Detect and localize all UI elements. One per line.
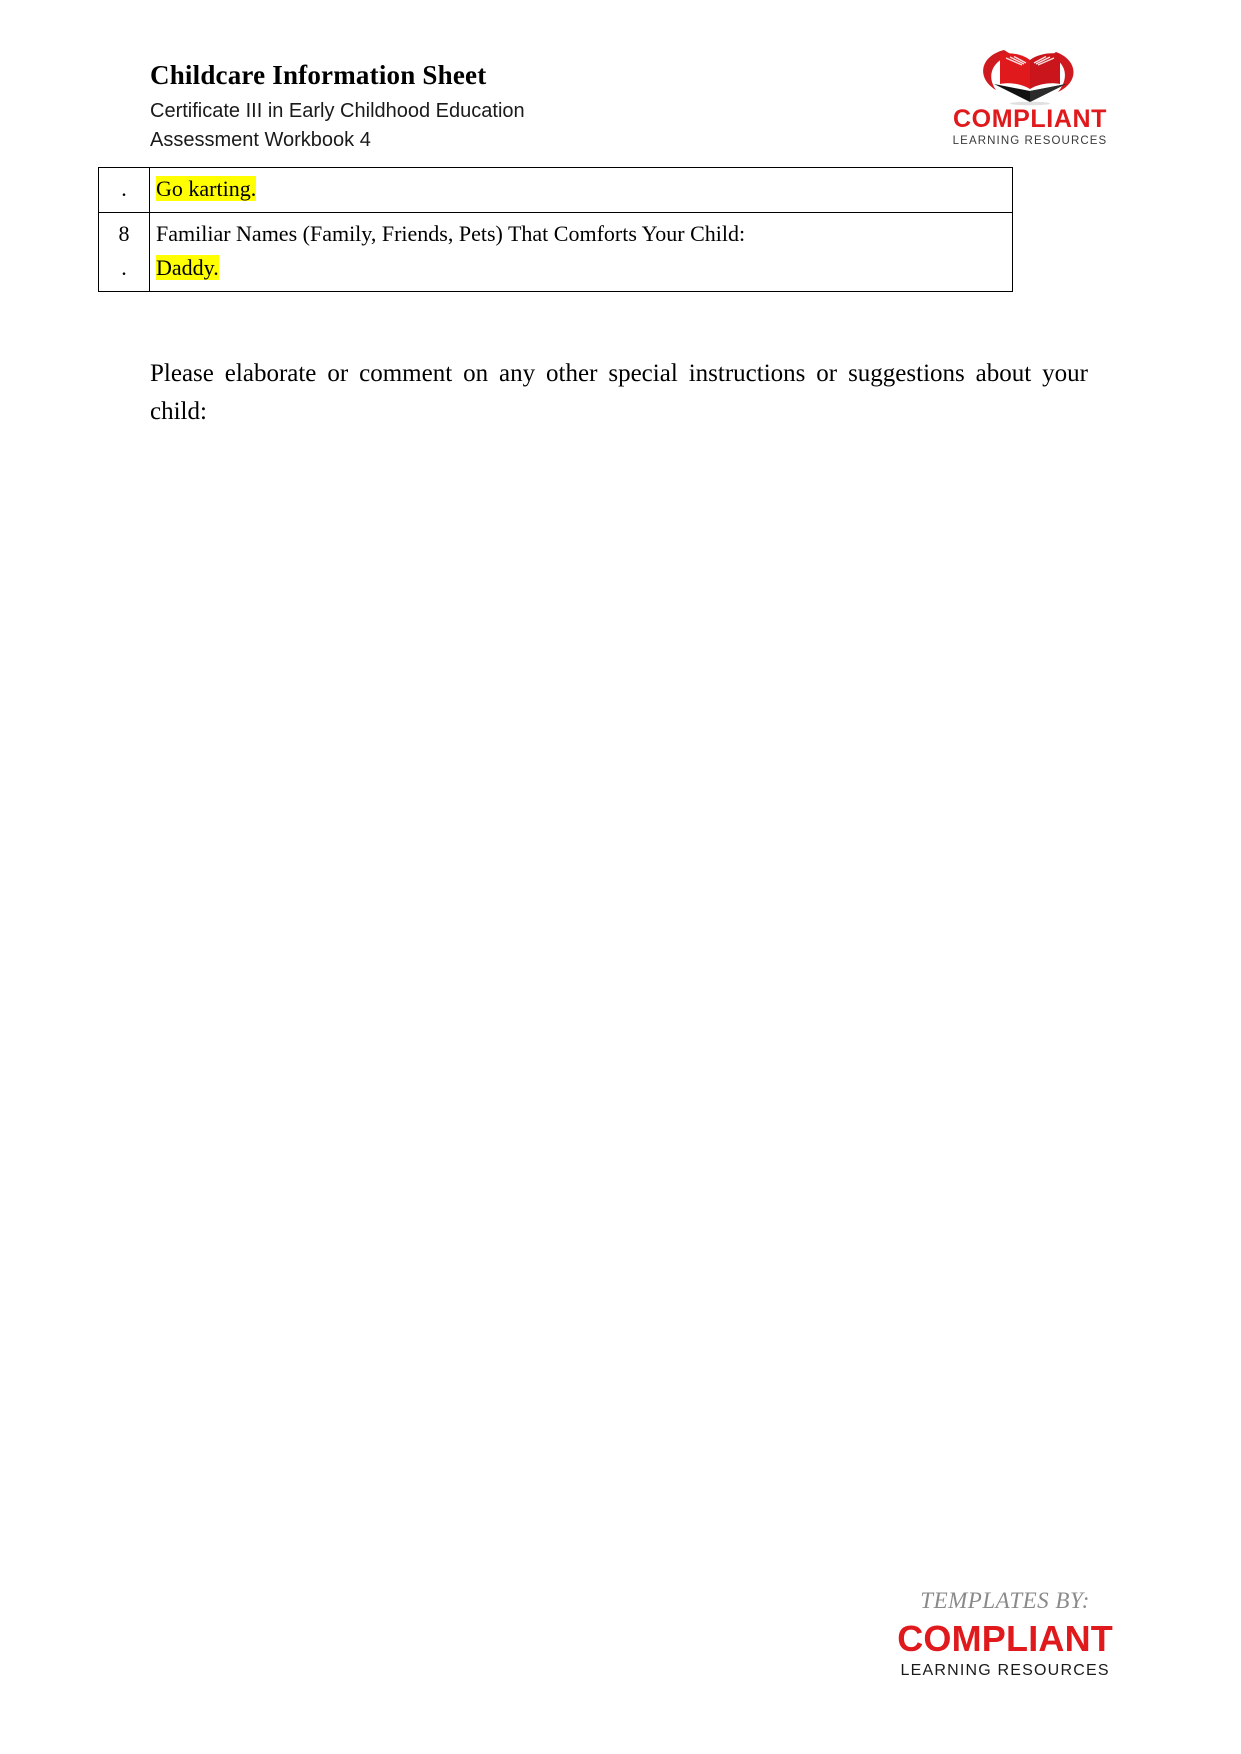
header-text-block: Childcare Information Sheet Certificate …: [150, 60, 525, 155]
row-number: .: [121, 176, 127, 201]
child-info-table: . Go karting. 8 . Familiar Names (Family…: [98, 166, 1013, 293]
footer-logo-wordmark: COMPLIANT: [897, 1618, 1113, 1660]
footer-logo-tagline: LEARNING RESOURCES: [900, 1661, 1110, 1679]
logo-wordmark: COMPLIANT: [953, 105, 1107, 133]
row-content-cell: Go karting.: [149, 166, 1013, 214]
footer-logo-block: TEMPLATES BY: COMPLIANT LEARNING RESOURC…: [897, 1588, 1113, 1679]
logo-tagline: LEARNING RESOURCES: [952, 135, 1108, 147]
row-question-label: Familiar Names (Family, Friends, Pets) T…: [156, 221, 746, 247]
row-number-cell: 8 .: [98, 212, 150, 293]
document-page: Childcare Information Sheet Certificate …: [0, 0, 1241, 1754]
row-number-cell: .: [98, 166, 150, 214]
row-answer-highlighted: Daddy.: [156, 255, 219, 281]
special-instructions-prompt: Please elaborate or comment on any other…: [150, 360, 1088, 425]
footer-templates-by-label: TEMPLATES BY:: [920, 1588, 1090, 1613]
row-answer-highlighted: Go karting.: [156, 176, 257, 201]
table-row: . Go karting.: [98, 166, 1013, 214]
row-content-cell: Familiar Names (Family, Friends, Pets) T…: [149, 212, 1013, 293]
page-footer: TEMPLATES BY: COMPLIANT LEARNING RESOURC…: [0, 1588, 1241, 1708]
header-logo: COMPLIANT LEARNING RESOURCES: [940, 44, 1120, 149]
document-title: Childcare Information Sheet: [150, 60, 487, 90]
row-number: 8: [118, 221, 130, 247]
open-book-logo-icon: [940, 44, 1120, 106]
document-subtitle-course: Certificate III in Early Childhood Educa…: [150, 100, 525, 123]
table-row: 8 . Familiar Names (Family, Friends, Pet…: [98, 212, 1013, 293]
row-number-continuation: .: [121, 255, 127, 281]
page-header: Childcare Information Sheet Certificate …: [0, 0, 1241, 160]
document-subtitle-workbook: Assessment Workbook 4: [150, 129, 371, 152]
